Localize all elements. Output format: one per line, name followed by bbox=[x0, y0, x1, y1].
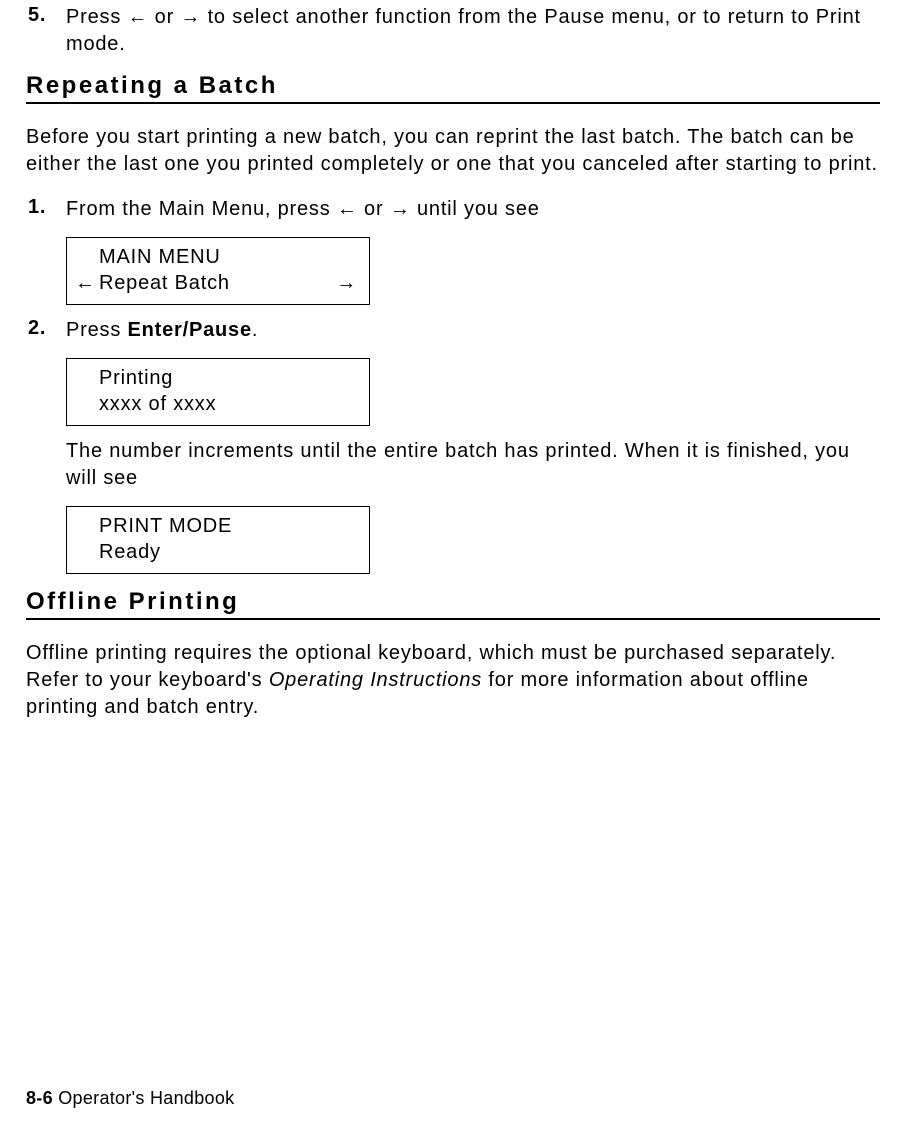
step-number: 2. bbox=[26, 317, 66, 344]
left-arrow-icon: ← bbox=[127, 6, 148, 28]
page-content: 5. Press ← or → to select another functi… bbox=[26, 0, 880, 721]
spacer bbox=[26, 438, 66, 492]
display-line: ← Repeat Batch → bbox=[75, 270, 361, 296]
step-2: 2. Press Enter/Pause. bbox=[26, 317, 880, 344]
display-label: Repeat Batch bbox=[93, 270, 230, 296]
intro-paragraph: Before you start printing a new batch, y… bbox=[26, 124, 880, 178]
display-line: Printing bbox=[75, 365, 361, 391]
offline-paragraph: Offline printing requires the optional k… bbox=[26, 640, 880, 721]
text: until you see bbox=[411, 198, 540, 220]
page-number: 8-6 bbox=[26, 1088, 53, 1108]
text: or bbox=[358, 198, 390, 220]
enter-pause-label: Enter/Pause bbox=[127, 319, 251, 341]
step-1: 1. From the Main Menu, press ← or → unti… bbox=[26, 196, 880, 223]
step-number: 5. bbox=[26, 4, 66, 58]
display-line: PRINT MODE bbox=[75, 513, 361, 539]
footer-title: Operator's Handbook bbox=[53, 1088, 235, 1108]
left-arrow-icon: ← bbox=[75, 270, 93, 296]
step-body: From the Main Menu, press ← or → until y… bbox=[66, 196, 880, 223]
display-main-menu: MAIN MENU ← Repeat Batch → bbox=[66, 237, 370, 305]
left-arrow-icon: ← bbox=[337, 198, 358, 220]
text: Press bbox=[66, 319, 127, 341]
text: or bbox=[148, 6, 180, 28]
right-arrow-icon: → bbox=[180, 6, 201, 28]
step-5: 5. Press ← or → to select another functi… bbox=[26, 4, 880, 58]
page-footer: 8-6 Operator's Handbook bbox=[26, 1088, 234, 1109]
text: Press bbox=[66, 6, 127, 28]
display-line: xxxx of xxxx bbox=[75, 391, 361, 417]
section-heading-offline-printing: Offline Printing bbox=[26, 588, 880, 620]
text: The number increments until the entire b… bbox=[66, 438, 880, 492]
display-printing: Printing xxxx of xxxx bbox=[66, 358, 370, 426]
middle-paragraph: The number increments until the entire b… bbox=[26, 438, 880, 492]
step-body: Press Enter/Pause. bbox=[66, 317, 880, 344]
step-body: Press ← or → to select another function … bbox=[66, 4, 880, 58]
section-heading-repeating-batch: Repeating a Batch bbox=[26, 72, 880, 104]
text: From the Main Menu, press bbox=[66, 198, 337, 220]
right-arrow-icon: → bbox=[390, 198, 411, 220]
step-number: 1. bbox=[26, 196, 66, 223]
display-print-mode: PRINT MODE Ready bbox=[66, 506, 370, 574]
right-arrow-icon: → bbox=[230, 270, 361, 296]
display-line: MAIN MENU bbox=[75, 244, 361, 270]
text: . bbox=[252, 319, 258, 341]
operating-instructions-ref: Operating Instructions bbox=[269, 669, 482, 691]
display-line: Ready bbox=[75, 539, 361, 565]
